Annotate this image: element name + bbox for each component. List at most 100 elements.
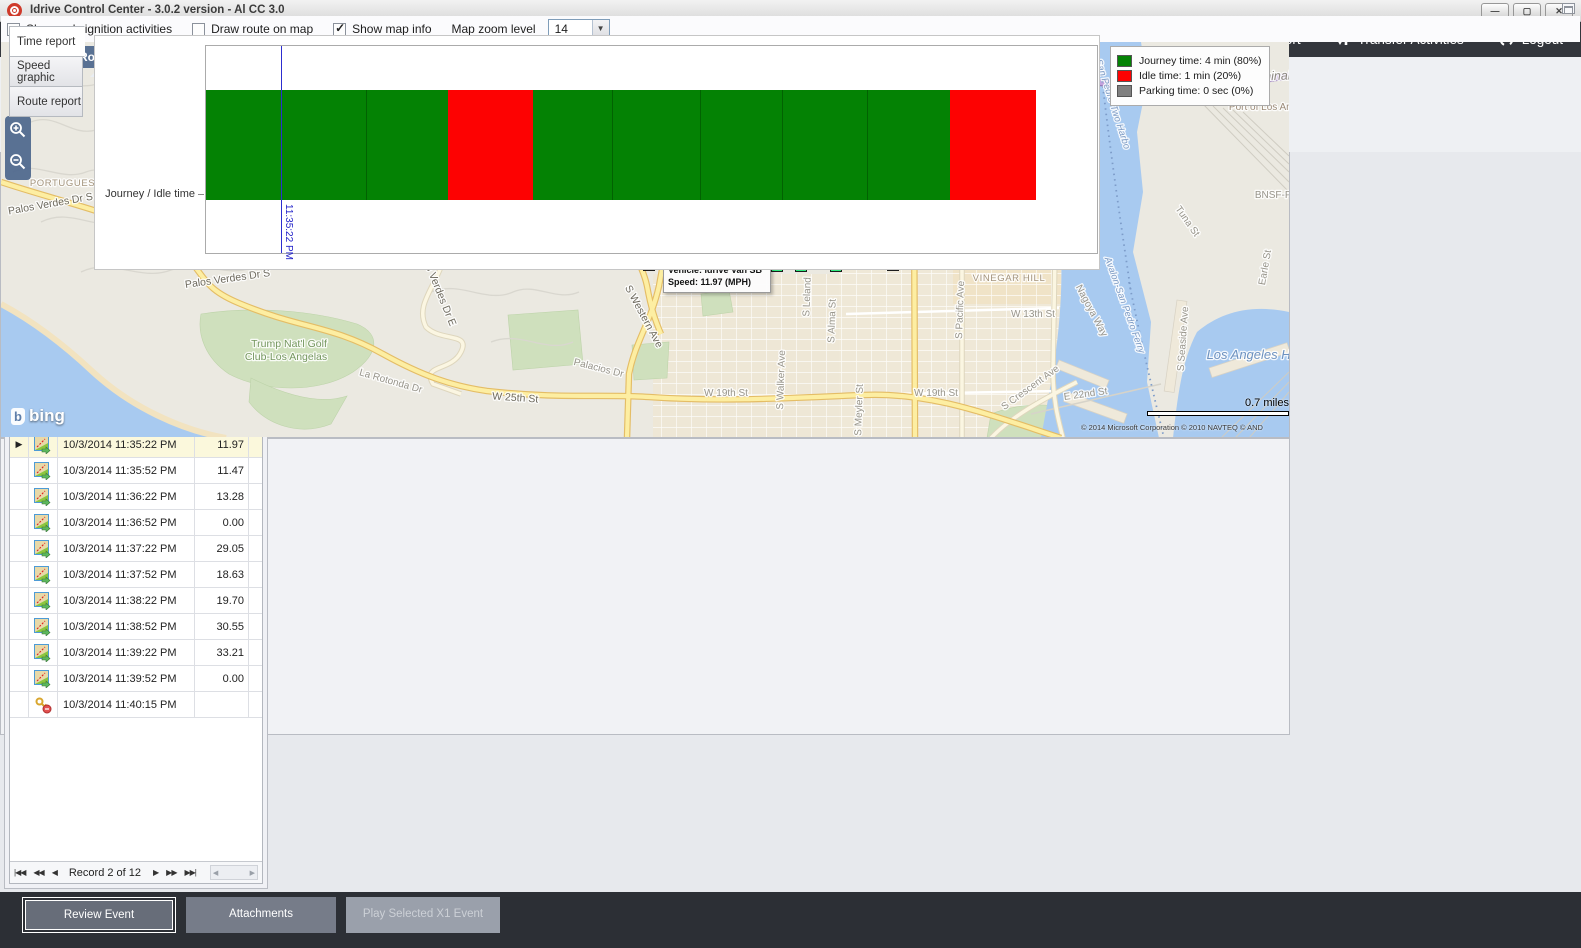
gps-row[interactable]: 10/3/2014 11:37:22 PM29.05 <box>10 536 262 562</box>
map-label: S Meyler St <box>853 384 866 436</box>
gps-speed: 19.70 <box>195 588 249 613</box>
next-record-button[interactable]: ▶ <box>153 868 158 877</box>
legend-label: Idle time: 1 min (20%) <box>1139 70 1241 82</box>
legend-swatch <box>1117 70 1132 82</box>
map-scale-text: 0.7 miles <box>1189 397 1289 409</box>
row-marker <box>10 640 29 665</box>
chart-legend: Journey time: 4 min (80%) Idle time: 1 mi… <box>1110 46 1270 106</box>
map-label: S Leland <box>801 277 813 317</box>
gps-speed: 33.21 <box>195 640 249 665</box>
legend-swatch <box>1117 55 1132 67</box>
map-label: Club-Los Angelas <box>245 351 327 363</box>
idle-segment <box>448 90 533 200</box>
gps-list-table: Date / hour (local) Speed (MPH) 10/3/201… <box>9 367 263 884</box>
zoom-out-button[interactable] <box>8 152 28 177</box>
map-zoom-controls <box>5 116 31 180</box>
checkbox-checked-icon[interactable] <box>333 23 346 36</box>
review-event-button[interactable]: Review Event <box>22 897 176 933</box>
map-label: S Walker Ave <box>775 350 788 410</box>
gps-datetime: 10/3/2014 11:37:22 PM <box>58 536 195 561</box>
last-record-button[interactable]: ▶▶| <box>184 868 195 877</box>
row-marker <box>10 484 29 509</box>
map-label: Palacios Dr <box>572 357 625 380</box>
gps-row[interactable]: 10/3/2014 11:38:22 PM19.70 <box>10 588 262 614</box>
gps-row[interactable]: 10/3/2014 11:37:52 PM18.63 <box>10 562 262 588</box>
row-marker <box>10 536 29 561</box>
gps-speed <box>195 692 249 717</box>
gps-point-icon <box>29 562 58 587</box>
gps-datetime: 10/3/2014 11:39:22 PM <box>58 640 195 665</box>
journey-segment <box>533 90 950 200</box>
tab-route-report[interactable]: Route report <box>9 86 83 117</box>
gps-point-icon <box>29 484 58 509</box>
attachments-button[interactable]: Attachments <box>186 897 336 933</box>
sample-tick <box>782 90 783 200</box>
gps-row[interactable]: 10/3/2014 11:40:15 PM <box>10 692 262 718</box>
gps-row[interactable]: 10/3/2014 11:35:52 PM11.47 <box>10 458 262 484</box>
gps-speed: 29.05 <box>195 536 249 561</box>
tooltip-line: Speed: 11.97 (MPH) <box>668 277 766 289</box>
prev-record-button[interactable]: ◀ <box>52 868 57 877</box>
tab-time-report[interactable]: Time report <box>9 26 85 57</box>
gps-datetime: 10/3/2014 11:38:52 PM <box>58 614 195 639</box>
checkbox-draw-route[interactable]: Draw route on map <box>192 22 313 36</box>
legend-swatch <box>1117 85 1132 97</box>
legend-item: Parking time: 0 sec (0%) <box>1117 85 1263 97</box>
next-page-button[interactable]: ▶▶ <box>166 868 176 877</box>
map-label: Earle St <box>1257 249 1274 286</box>
gps-row[interactable]: 10/3/2014 11:39:52 PM0.00 <box>10 666 262 692</box>
record-status: Record 2 of 12 <box>69 867 141 879</box>
legend-item: Idle time: 1 min (20%) <box>1117 70 1263 82</box>
legend-item: Journey time: 4 min (80%) <box>1117 55 1263 67</box>
gps-speed: 11.47 <box>195 458 249 483</box>
map-scale-bar <box>1147 411 1289 416</box>
gps-row[interactable]: 10/3/2014 11:38:52 PM30.55 <box>10 614 262 640</box>
map-label: Trump Nat'l Golf <box>251 338 327 350</box>
checkbox-show-map-info[interactable]: Show map info <box>333 22 431 36</box>
gps-point-icon <box>29 666 58 691</box>
sample-tick <box>612 90 613 200</box>
gps-point-icon <box>29 536 58 561</box>
time-cursor-label: 11:35:22 PM <box>283 204 294 260</box>
map-label: W 25th St <box>492 390 539 405</box>
gps-row[interactable]: 10/3/2014 11:36:52 PM0.00 <box>10 510 262 536</box>
zoom-in-button[interactable] <box>8 120 28 145</box>
gps-datetime: 10/3/2014 11:35:52 PM <box>58 458 195 483</box>
map-attribution: © 2014 Microsoft Corporation © 2010 NAVT… <box>1081 423 1286 432</box>
gps-row[interactable]: 10/3/2014 11:36:22 PM13.28 <box>10 484 262 510</box>
map-label: S Pacific Ave <box>954 280 967 339</box>
row-marker <box>10 510 29 535</box>
row-marker <box>10 588 29 613</box>
map-label: W 19th St <box>704 388 748 399</box>
gps-datetime: 10/3/2014 11:38:22 PM <box>58 588 195 613</box>
row-marker <box>10 692 29 717</box>
gps-record-nav: |◀◀ ◀◀ ◀ Record 2 of 12 ▶ ▶▶ ▶▶| ◀▶ <box>10 861 262 883</box>
gps-row[interactable]: 10/3/2014 11:39:22 PM33.21 <box>10 640 262 666</box>
gps-point-icon <box>29 614 58 639</box>
map-label: Los Angeles Harb <box>1207 347 1289 362</box>
gps-speed: 18.63 <box>195 562 249 587</box>
map-label: Tuna St <box>1173 204 1202 239</box>
gps-speed: 0.00 <box>195 666 249 691</box>
gps-point-icon <box>29 640 58 665</box>
checkbox-icon[interactable] <box>192 23 205 36</box>
row-marker <box>10 614 29 639</box>
prev-page-button[interactable]: ◀◀ <box>33 868 43 877</box>
sample-tick <box>867 90 868 200</box>
h-scrollbar[interactable]: ◀▶ <box>210 865 258 880</box>
tab-speed-graphic[interactable]: Speed graphic <box>9 56 83 87</box>
gps-datetime: 10/3/2014 11:39:52 PM <box>58 666 195 691</box>
footer-bar: Review Event Attachments Play Selected X… <box>0 892 1581 948</box>
idle-segment <box>950 90 1036 200</box>
time-cursor-line[interactable] <box>281 46 282 253</box>
gps-speed: 30.55 <box>195 614 249 639</box>
gps-rows: 10/3/2014 11:34:52 PM▶10/3/2014 11:35:22… <box>10 406 262 718</box>
gps-datetime: 10/3/2014 11:37:52 PM <box>58 562 195 587</box>
bing-logo: b bing <box>11 406 65 426</box>
gps-datetime: 10/3/2014 11:36:22 PM <box>58 484 195 509</box>
gps-point-icon <box>29 458 58 483</box>
play-selected-x1-event-button[interactable]: Play Selected X1 Event <box>346 897 500 933</box>
panel-restore-icon[interactable] <box>1562 3 1575 14</box>
map-label: W 13th St <box>1011 309 1055 320</box>
first-record-button[interactable]: |◀◀ <box>14 868 25 877</box>
